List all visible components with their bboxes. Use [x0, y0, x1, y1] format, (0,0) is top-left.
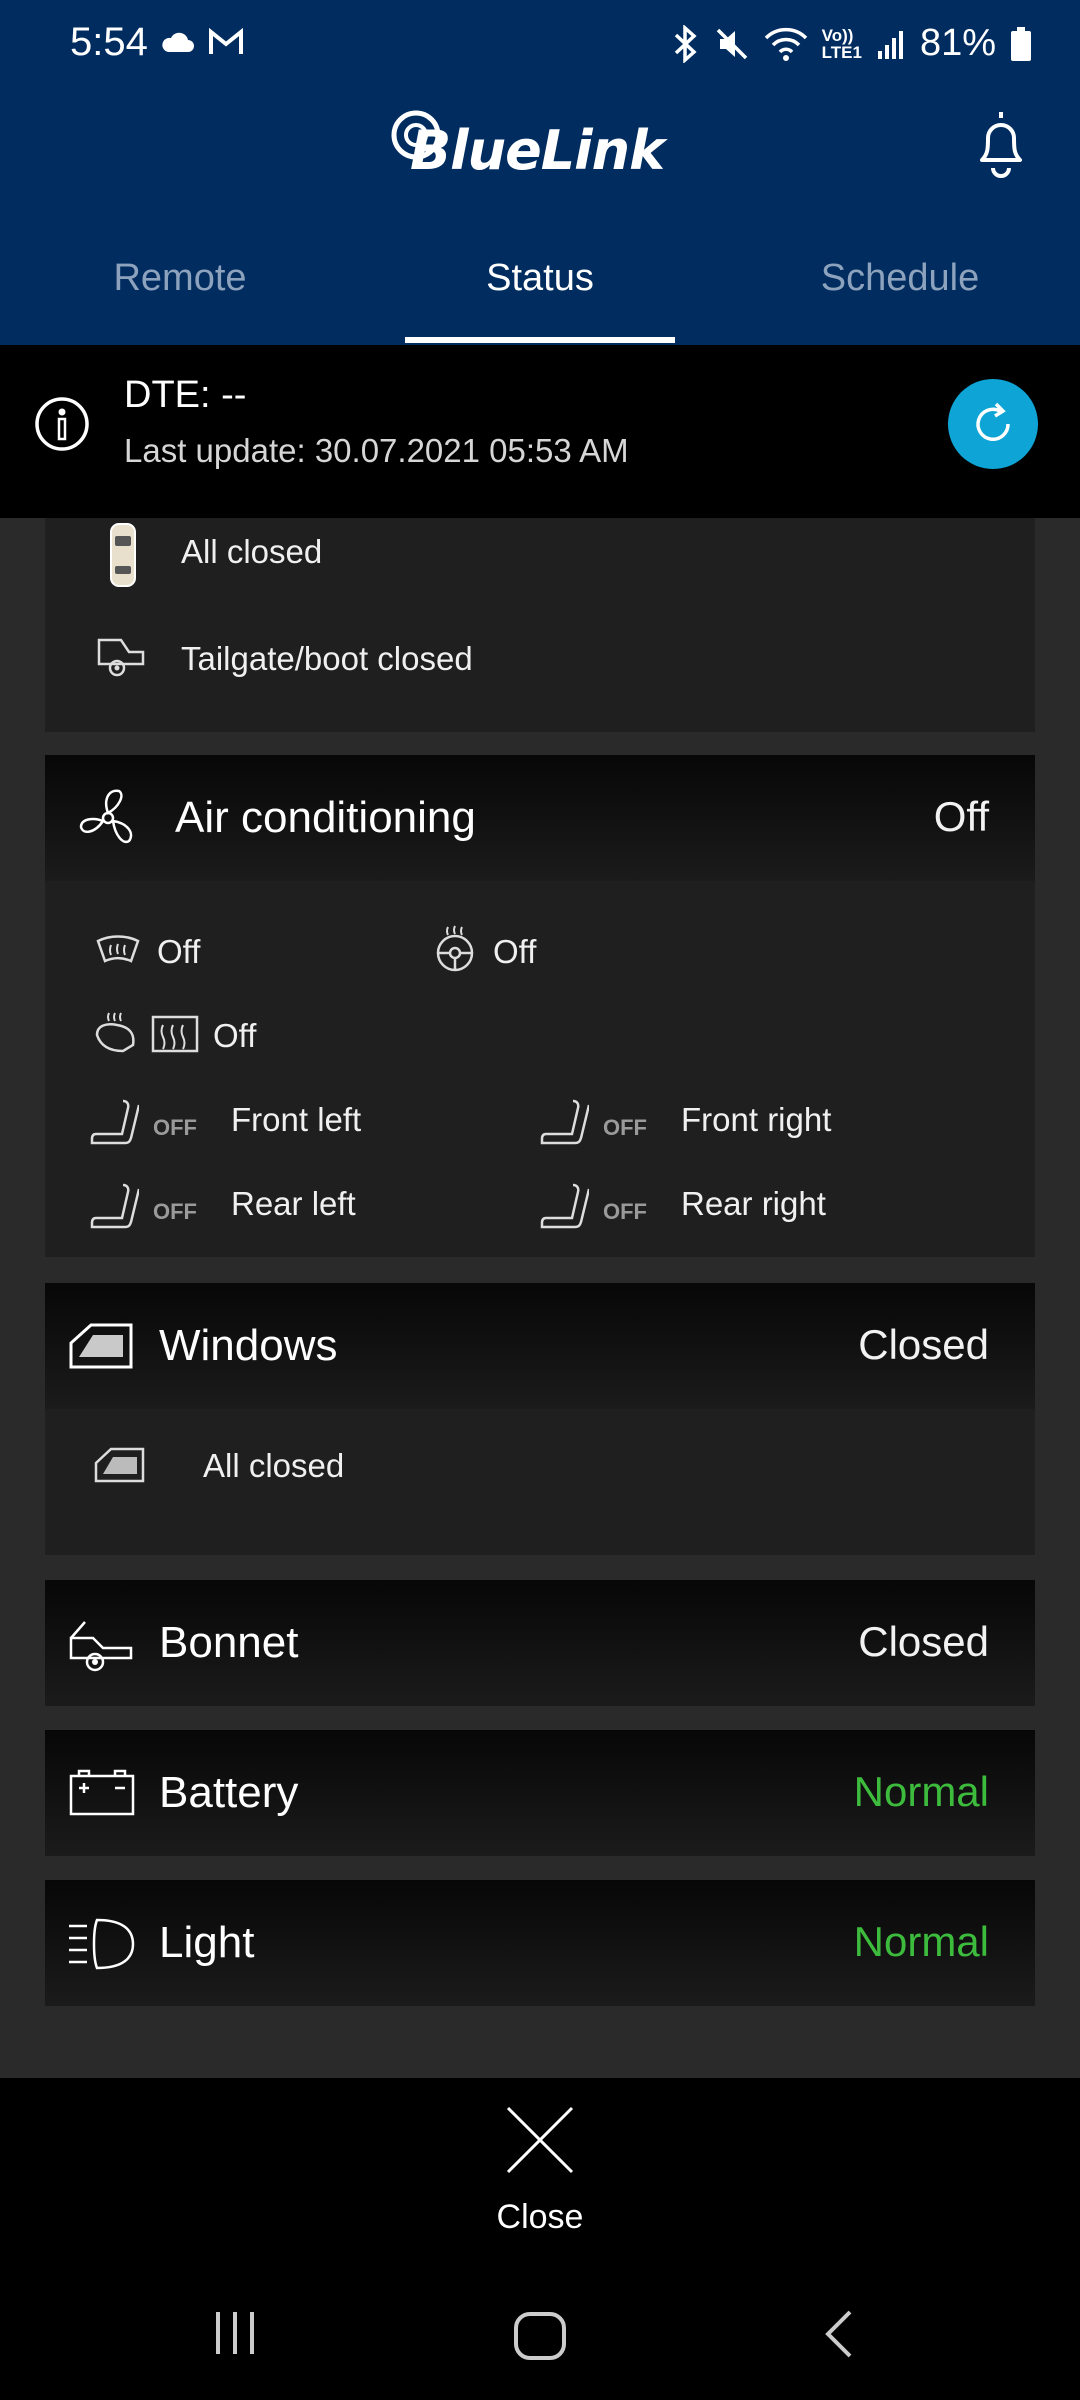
- volte-lte-indicator: Vo)) LTE1: [822, 27, 862, 61]
- back-icon[interactable]: [820, 2308, 860, 2360]
- car-top-icon: [110, 523, 136, 587]
- seat-front-right-label: Front right: [681, 1101, 832, 1138]
- seat-front-left-label: Front left: [231, 1101, 362, 1138]
- light-status: Normal: [853, 1918, 989, 1965]
- rear-defrost-status: Off: [213, 1017, 257, 1054]
- logo-text: BlueLink: [410, 119, 665, 182]
- volte-label: Vo)): [821, 25, 854, 45]
- wifi-icon: [764, 27, 807, 61]
- front-defrost-status: Off: [157, 933, 201, 970]
- seat-rear-right-icon: [540, 1183, 589, 1229]
- fan-icon: [79, 789, 133, 844]
- tab-schedule[interactable]: Schedule: [765, 240, 1035, 345]
- app-header: 5:54 Vo)) LTE1 81% BlueLink Remote Statu…: [0, 0, 1080, 345]
- steering-heat-icon: [436, 925, 474, 972]
- seat-rear-right-badge: OFF: [603, 1199, 647, 1224]
- window-icon: [69, 1323, 133, 1369]
- windows-status: Closed: [858, 1321, 989, 1368]
- tab-status[interactable]: Status: [405, 240, 675, 345]
- front-defrost-icon: [96, 935, 140, 963]
- battery-card[interactable]: Battery Normal: [45, 1730, 1035, 1856]
- light-card[interactable]: Light Normal: [45, 1880, 1035, 2006]
- windows-detail: All closed: [203, 1447, 345, 1484]
- seat-rear-left-icon: [90, 1183, 139, 1229]
- system-navigation-bar: [0, 2258, 1080, 2400]
- mute-icon: [716, 28, 747, 59]
- bluelink-logo: BlueLink: [390, 105, 690, 185]
- seat-rear-left-label: Rear left: [231, 1185, 356, 1222]
- refresh-icon: [976, 402, 1010, 441]
- home-icon[interactable]: [512, 2310, 568, 2362]
- seat-rear-right-label: Rear right: [681, 1185, 826, 1222]
- tab-remote[interactable]: Remote: [45, 240, 315, 345]
- light-title: Light: [159, 1918, 255, 1967]
- notification-bell-icon[interactable]: [968, 108, 1034, 180]
- status-notification-icons: [160, 28, 244, 56]
- windows-title: Windows: [159, 1321, 338, 1370]
- windows-header[interactable]: Windows Closed: [45, 1283, 1035, 1409]
- windows-card: Windows Closed All closed: [45, 1283, 1035, 1555]
- light-header: Light Normal: [45, 1880, 1035, 2006]
- active-tab-indicator: [405, 337, 675, 343]
- bonnet-card[interactable]: Bonnet Closed: [45, 1580, 1035, 1706]
- battery-percent: 81%: [919, 22, 996, 64]
- battery-icon: [1011, 26, 1031, 61]
- battery-status: Normal: [853, 1768, 989, 1815]
- bonnet-status: Closed: [858, 1618, 989, 1665]
- recent-apps-icon[interactable]: [210, 2308, 260, 2358]
- car-battery-icon: [69, 1769, 135, 1816]
- steering-heat-status: Off: [493, 933, 537, 970]
- battery-header: Battery Normal: [45, 1730, 1035, 1856]
- headlight-icon: [69, 1918, 135, 1970]
- air-conditioning-status: Off: [933, 793, 989, 840]
- seat-rear-left-badge: OFF: [153, 1199, 197, 1224]
- doors-card: All closed Tailgate/boot closed: [45, 518, 1035, 732]
- lte-label: LTE1: [821, 42, 862, 62]
- car-bonnet-icon: [69, 1621, 133, 1672]
- tab-bar: Remote Status Schedule: [0, 240, 1080, 345]
- rear-defrost-icon: [151, 1015, 199, 1053]
- gmail-icon: [209, 28, 243, 54]
- seat-front-left-icon: [90, 1099, 139, 1145]
- air-conditioning-title: Air conditioning: [175, 793, 476, 842]
- bluetooth-icon: [674, 24, 697, 63]
- seat-front-right-badge: OFF: [603, 1115, 647, 1140]
- seat-front-left-badge: OFF: [153, 1115, 197, 1140]
- air-conditioning-card: Air conditioning Off Off Off Off OFF Fro…: [45, 755, 1035, 1257]
- bonnet-title: Bonnet: [159, 1618, 299, 1667]
- air-conditioning-header[interactable]: Air conditioning Off: [45, 755, 1035, 881]
- signal-icon: [877, 30, 903, 59]
- status-system-icons: Vo)) LTE1 81%: [672, 22, 1032, 65]
- bonnet-header: Bonnet Closed: [45, 1580, 1035, 1706]
- battery-title: Battery: [159, 1768, 299, 1817]
- tailgate-status: Tailgate/boot closed: [181, 640, 473, 677]
- info-icon[interactable]: [34, 396, 90, 452]
- doors-all-closed: All closed: [181, 533, 323, 570]
- status-bar: 5:54 Vo)) LTE1 81%: [0, 0, 1080, 90]
- refresh-button[interactable]: [948, 379, 1038, 469]
- close-icon[interactable]: [500, 2100, 580, 2180]
- window-small-icon: [94, 1447, 145, 1483]
- cloud-icon: [162, 32, 194, 52]
- dte-value: DTE: --: [124, 374, 247, 416]
- status-content[interactable]: All closed Tailgate/boot closed Air cond…: [0, 518, 1080, 2078]
- car-tailgate-icon: [97, 638, 145, 677]
- mirror-heat-icon: [95, 1012, 135, 1053]
- close-button[interactable]: Close: [440, 2198, 640, 2237]
- last-update: Last update: 30.07.2021 05:53 AM: [124, 432, 629, 469]
- status-time: 5:54: [70, 20, 148, 64]
- seat-front-right-icon: [540, 1099, 589, 1145]
